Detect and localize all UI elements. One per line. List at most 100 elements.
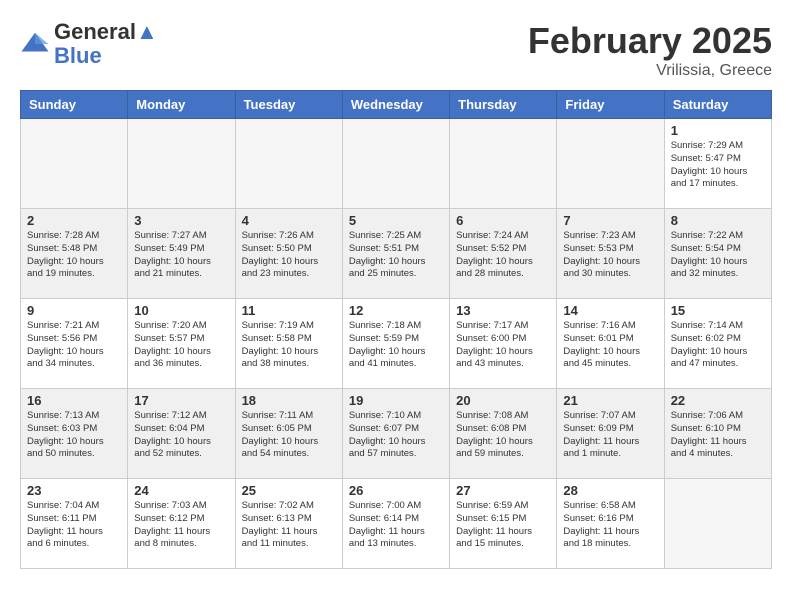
logo-icon	[20, 29, 50, 59]
day-number: 13	[456, 303, 550, 318]
logo: General▲ Blue	[20, 20, 158, 68]
calendar-week-row: 1 Sunrise: 7:29 AMSunset: 5:47 PMDaylight…	[21, 119, 772, 209]
day-info: Sunrise: 7:19 AMSunset: 5:58 PMDaylight:…	[242, 320, 336, 371]
day-info: Sunrise: 7:06 AMSunset: 6:10 PMDaylight:…	[671, 410, 765, 461]
calendar-day-cell: 25 Sunrise: 7:02 AMSunset: 6:13 PMDayligh…	[235, 479, 342, 569]
day-number: 21	[563, 393, 657, 408]
day-number: 26	[349, 483, 443, 498]
calendar-day-cell: 27 Sunrise: 6:59 AMSunset: 6:15 PMDayligh…	[450, 479, 557, 569]
weekday-header-tuesday: Tuesday	[235, 91, 342, 119]
month-title: February 2025	[528, 20, 772, 62]
day-number: 1	[671, 123, 765, 138]
calendar-day-cell: 4 Sunrise: 7:26 AMSunset: 5:50 PMDaylight…	[235, 209, 342, 299]
weekday-header-friday: Friday	[557, 91, 664, 119]
day-number: 24	[134, 483, 228, 498]
day-number: 5	[349, 213, 443, 228]
day-info: Sunrise: 7:22 AMSunset: 5:54 PMDaylight:…	[671, 230, 765, 281]
calendar-day-cell: 23 Sunrise: 7:04 AMSunset: 6:11 PMDayligh…	[21, 479, 128, 569]
day-number: 7	[563, 213, 657, 228]
day-info: Sunrise: 7:04 AMSunset: 6:11 PMDaylight:…	[27, 500, 121, 551]
day-info: Sunrise: 7:17 AMSunset: 6:00 PMDaylight:…	[456, 320, 550, 371]
calendar-week-row: 9Sunrise: 7:21 AMSunset: 5:56 PMDaylight…	[21, 299, 772, 389]
calendar-day-cell: 18Sunrise: 7:11 AMSunset: 6:05 PMDayligh…	[235, 389, 342, 479]
calendar-day-cell: 10Sunrise: 7:20 AMSunset: 5:57 PMDayligh…	[128, 299, 235, 389]
day-info: Sunrise: 7:25 AMSunset: 5:51 PMDaylight:…	[349, 230, 443, 281]
day-info: Sunrise: 7:28 AMSunset: 5:48 PMDaylight:…	[27, 230, 121, 281]
day-number: 27	[456, 483, 550, 498]
day-info: Sunrise: 7:07 AMSunset: 6:09 PMDaylight:…	[563, 410, 657, 461]
day-info: Sunrise: 6:58 AMSunset: 6:16 PMDaylight:…	[563, 500, 657, 551]
calendar-day-cell: 5 Sunrise: 7:25 AMSunset: 5:51 PMDaylight…	[342, 209, 449, 299]
logo-text: General▲ Blue	[54, 20, 158, 68]
weekday-header-thursday: Thursday	[450, 91, 557, 119]
day-number: 19	[349, 393, 443, 408]
calendar-day-cell	[664, 479, 771, 569]
day-info: Sunrise: 7:12 AMSunset: 6:04 PMDaylight:…	[134, 410, 228, 461]
day-info: Sunrise: 7:02 AMSunset: 6:13 PMDaylight:…	[242, 500, 336, 551]
calendar-day-cell: 20 Sunrise: 7:08 AMSunset: 6:08 PMDayligh…	[450, 389, 557, 479]
calendar-day-cell: 19 Sunrise: 7:10 AMSunset: 6:07 PMDayligh…	[342, 389, 449, 479]
weekday-header-sunday: Sunday	[21, 91, 128, 119]
day-info: Sunrise: 7:00 AMSunset: 6:14 PMDaylight:…	[349, 500, 443, 551]
day-info: Sunrise: 7:29 AMSunset: 5:47 PMDaylight:…	[671, 140, 765, 191]
calendar-day-cell: 17 Sunrise: 7:12 AMSunset: 6:04 PMDayligh…	[128, 389, 235, 479]
day-info: Sunrise: 7:23 AMSunset: 5:53 PMDaylight:…	[563, 230, 657, 281]
calendar-day-cell: 13 Sunrise: 7:17 AMSunset: 6:00 PMDayligh…	[450, 299, 557, 389]
calendar-day-cell: 2 Sunrise: 7:28 AMSunset: 5:48 PMDaylight…	[21, 209, 128, 299]
weekday-header-monday: Monday	[128, 91, 235, 119]
calendar-day-cell: 1 Sunrise: 7:29 AMSunset: 5:47 PMDaylight…	[664, 119, 771, 209]
calendar-day-cell: 21 Sunrise: 7:07 AMSunset: 6:09 PMDayligh…	[557, 389, 664, 479]
day-info: Sunrise: 7:20 AMSunset: 5:57 PMDaylight:…	[134, 320, 228, 371]
day-number: 25	[242, 483, 336, 498]
calendar-week-row: 23 Sunrise: 7:04 AMSunset: 6:11 PMDayligh…	[21, 479, 772, 569]
day-number: 3	[134, 213, 228, 228]
calendar-day-cell: 22 Sunrise: 7:06 AMSunset: 6:10 PMDayligh…	[664, 389, 771, 479]
day-info: Sunrise: 7:18 AMSunset: 5:59 PMDaylight:…	[349, 320, 443, 371]
day-info: Sunrise: 7:16 AMSunset: 6:01 PMDaylight:…	[563, 320, 657, 371]
calendar-day-cell: 16Sunrise: 7:13 AMSunset: 6:03 PMDayligh…	[21, 389, 128, 479]
calendar-day-cell: 28 Sunrise: 6:58 AMSunset: 6:16 PMDayligh…	[557, 479, 664, 569]
calendar-day-cell	[450, 119, 557, 209]
calendar-day-cell	[21, 119, 128, 209]
calendar-day-cell: 24 Sunrise: 7:03 AMSunset: 6:12 PMDayligh…	[128, 479, 235, 569]
calendar-week-row: 2 Sunrise: 7:28 AMSunset: 5:48 PMDaylight…	[21, 209, 772, 299]
location: Vrilissia, Greece	[528, 62, 772, 80]
calendar-day-cell: 6 Sunrise: 7:24 AMSunset: 5:52 PMDaylight…	[450, 209, 557, 299]
day-info: Sunrise: 7:14 AMSunset: 6:02 PMDaylight:…	[671, 320, 765, 371]
day-info: Sunrise: 7:10 AMSunset: 6:07 PMDaylight:…	[349, 410, 443, 461]
day-number: 14	[563, 303, 657, 318]
calendar-day-cell	[557, 119, 664, 209]
day-number: 18	[242, 393, 336, 408]
calendar-day-cell	[342, 119, 449, 209]
day-number: 23	[27, 483, 121, 498]
day-info: Sunrise: 7:27 AMSunset: 5:49 PMDaylight:…	[134, 230, 228, 281]
calendar-day-cell: 7 Sunrise: 7:23 AMSunset: 5:53 PMDaylight…	[557, 209, 664, 299]
day-number: 8	[671, 213, 765, 228]
day-info: Sunrise: 7:24 AMSunset: 5:52 PMDaylight:…	[456, 230, 550, 281]
day-number: 20	[456, 393, 550, 408]
calendar-day-cell: 26 Sunrise: 7:00 AMSunset: 6:14 PMDayligh…	[342, 479, 449, 569]
calendar-day-cell	[235, 119, 342, 209]
day-number: 15	[671, 303, 765, 318]
day-info: Sunrise: 6:59 AMSunset: 6:15 PMDaylight:…	[456, 500, 550, 551]
day-number: 6	[456, 213, 550, 228]
calendar-day-cell	[128, 119, 235, 209]
day-number: 11	[242, 303, 336, 318]
calendar-day-cell: 8 Sunrise: 7:22 AMSunset: 5:54 PMDaylight…	[664, 209, 771, 299]
calendar-day-cell: 11 Sunrise: 7:19 AMSunset: 5:58 PMDayligh…	[235, 299, 342, 389]
day-info: Sunrise: 7:13 AMSunset: 6:03 PMDaylight:…	[27, 410, 121, 461]
day-number: 17	[134, 393, 228, 408]
calendar-table: SundayMondayTuesdayWednesdayThursdayFrid…	[20, 90, 772, 569]
calendar-day-cell: 14 Sunrise: 7:16 AMSunset: 6:01 PMDayligh…	[557, 299, 664, 389]
title-block: February 2025 Vrilissia, Greece	[528, 20, 772, 80]
day-number: 22	[671, 393, 765, 408]
day-number: 4	[242, 213, 336, 228]
day-info: Sunrise: 7:26 AMSunset: 5:50 PMDaylight:…	[242, 230, 336, 281]
day-number: 28	[563, 483, 657, 498]
weekday-header-wednesday: Wednesday	[342, 91, 449, 119]
day-info: Sunrise: 7:21 AMSunset: 5:56 PMDaylight:…	[27, 320, 121, 371]
day-info: Sunrise: 7:03 AMSunset: 6:12 PMDaylight:…	[134, 500, 228, 551]
calendar-day-cell: 3 Sunrise: 7:27 AMSunset: 5:49 PMDaylight…	[128, 209, 235, 299]
day-number: 2	[27, 213, 121, 228]
day-info: Sunrise: 7:08 AMSunset: 6:08 PMDaylight:…	[456, 410, 550, 461]
